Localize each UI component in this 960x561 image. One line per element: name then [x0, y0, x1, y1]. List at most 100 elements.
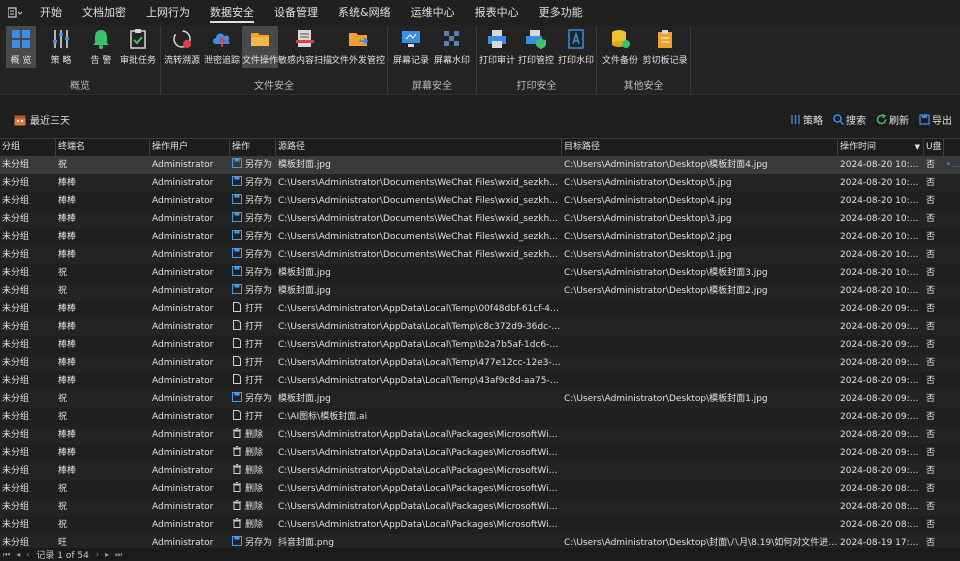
cell-time: 2024-08-20 10:28:30: [840, 250, 924, 260]
ribbon-label: 文件操作: [242, 56, 279, 66]
cell-target-path: [562, 426, 838, 444]
table-row[interactable]: 未分组 棒棒 Administrator 删除 C:\Users\Administrat…: [0, 462, 960, 480]
file-operation-button[interactable]: 文件操作: [242, 26, 278, 68]
cell-source-path: C:\Users\Administrator\Documents\WeChat …: [278, 250, 562, 260]
menu-item[interactable]: 文档加密: [72, 0, 136, 26]
table-row[interactable]: 未分组 棒棒 Administrator 打开 C:\Users\Administrat…: [0, 354, 960, 372]
table-row[interactable]: 未分组 祝 Administrator 打开 C:\AI图标\模板封面.ai 2024-0…: [0, 408, 960, 426]
column-header-user[interactable]: 操作用户: [150, 139, 230, 156]
overview-button[interactable]: 概 览: [6, 26, 36, 68]
menu-item[interactable]: 设备管理: [264, 0, 328, 26]
ribbon-label: 打印水印: [558, 56, 595, 66]
menu-item[interactable]: 上网行为: [136, 0, 200, 26]
next-icon[interactable]: ›: [96, 550, 99, 559]
screen-record-button[interactable]: 屏幕记录: [392, 26, 430, 68]
column-header-source-path[interactable]: 源路径: [276, 139, 562, 156]
menu-item[interactable]: 报表中心: [465, 0, 529, 26]
leak-trace-button[interactable]: 泄密追踪: [203, 26, 241, 68]
print-audit-button[interactable]: 打印审计: [479, 26, 515, 68]
print-control-button[interactable]: 打印管控: [518, 26, 554, 68]
menu-item[interactable]: 系统&网络: [328, 0, 401, 26]
table-row[interactable]: 未分组 棒棒 Administrator 另存为 C:\Users\Administra…: [0, 192, 960, 210]
app-menu-icon[interactable]: [0, 7, 30, 19]
print-watermark-button[interactable]: 打印水印: [558, 26, 594, 68]
table-row[interactable]: 未分组 祝 Administrator 另存为 模板封面.jpg C:\Users\Adm…: [0, 264, 960, 282]
strategy-button[interactable]: 策 略: [46, 26, 76, 68]
refresh-button[interactable]: 刷新: [876, 112, 909, 127]
table-row[interactable]: 未分组 棒棒 Administrator 删除 C:\Users\Administrat…: [0, 444, 960, 462]
last-page-icon[interactable]: ⏭: [115, 550, 122, 560]
first-page-icon[interactable]: ⏮: [3, 550, 10, 560]
cell-operation: 删除: [230, 426, 276, 444]
cell-user: Administrator: [152, 394, 214, 404]
date-range-button[interactable]: 最近三天: [14, 112, 70, 127]
file-backup-button[interactable]: 文件备份: [601, 26, 639, 68]
cell-terminal: 祝: [58, 160, 68, 170]
menu-item[interactable]: 更多功能: [529, 0, 593, 26]
alarm-button[interactable]: 告 警: [86, 26, 116, 68]
search-button[interactable]: 搜索: [833, 112, 866, 127]
ribbon-label: 泄密追踪: [203, 56, 240, 66]
table-row[interactable]: 未分组 祝 Administrator 删除 C:\Users\Administrato…: [0, 516, 960, 534]
table-row[interactable]: 未分组 棒棒 Administrator 另存为 C:\Users\Administra…: [0, 210, 960, 228]
menu-item[interactable]: 数据安全: [200, 0, 264, 26]
trace-button[interactable]: 流转溯源: [164, 26, 200, 68]
ribbon-label: 打印管控: [518, 56, 555, 66]
cell-terminal: 棒棒: [58, 214, 77, 224]
table-row[interactable]: 未分组 祝 Administrator 另存为 模板封面.jpg C:\Users\Adm…: [0, 390, 960, 408]
table-row[interactable]: 未分组 棒棒 Administrator 另存为 C:\Users\Administra…: [0, 174, 960, 192]
table-row[interactable]: 未分组 棒棒 Administrator 打开 C:\Users\Administrat…: [0, 336, 960, 354]
table-row[interactable]: 未分组 棒棒 Administrator 删除 C:\Users\Administrat…: [0, 426, 960, 444]
operation-label: 删除: [245, 448, 264, 458]
menu-item[interactable]: 运维中心: [401, 0, 465, 26]
cell-user: Administrator: [152, 340, 214, 350]
cell-source-path: C:\Users\Administrator\AppData\Local\Tem…: [278, 340, 562, 350]
column-header-usb[interactable]: U盘: [924, 139, 944, 156]
table-row[interactable]: 未分组 棒棒 Administrator 另存为 C:\Users\Administra…: [0, 228, 960, 246]
clipboard-record-button[interactable]: 剪切板记录: [643, 26, 688, 68]
prev-icon[interactable]: ‹: [26, 550, 29, 559]
cell-terminal: 棒棒: [58, 178, 77, 188]
ribbon-group-screen-security: 屏幕记录 屏幕水印 屏幕安全: [388, 26, 477, 94]
table-row[interactable]: 未分组 祝 Administrator 删除 C:\Users\Administrato…: [0, 498, 960, 516]
table-row[interactable]: 未分组 祝 Administrator 另存为 模板封面.jpg C:\Users\Adm…: [0, 282, 960, 300]
file-outbound-control-button[interactable]: 文件外发管控: [331, 26, 386, 68]
record-count: 记录 1 of 54: [36, 551, 89, 561]
strategy-toolbar-button[interactable]: 策略: [790, 112, 823, 127]
strategy-label: 策略: [803, 116, 823, 127]
row-more-icon[interactable]: •••: [944, 156, 960, 174]
approval-task-button[interactable]: 审批任务: [120, 26, 156, 68]
table-row[interactable]: 未分组 棒棒 Administrator 打开 C:\Users\Administrat…: [0, 318, 960, 336]
prev-page-icon[interactable]: ◂: [16, 550, 20, 559]
cell-operation: 另存为: [230, 174, 276, 192]
screen-watermark-button[interactable]: 屏幕水印: [433, 26, 471, 68]
cell-user: Administrator: [152, 268, 214, 278]
export-button[interactable]: 导出: [919, 112, 952, 127]
column-header-group[interactable]: 分组: [0, 139, 56, 156]
table-row[interactable]: 未分组 棒棒 Administrator 另存为 C:\Users\Administra…: [0, 246, 960, 264]
table-row[interactable]: 未分组 棒棒 Administrator 打开 C:\Users\Administrat…: [0, 300, 960, 318]
cell-target-path: [562, 318, 838, 336]
sensitive-scan-button[interactable]: 敏感内容扫描: [278, 26, 332, 68]
column-header-time[interactable]: 操作时间 ▼: [838, 139, 924, 156]
next-page-icon[interactable]: ▸: [105, 550, 109, 559]
ribbon-label: 屏幕记录: [392, 56, 429, 66]
sort-down-icon: ▼: [914, 143, 920, 151]
column-header-terminal[interactable]: 终端名: [56, 139, 150, 156]
column-header-target-path[interactable]: 目标路径: [562, 139, 838, 156]
cell-target-path: C:\Users\Administrator\Desktop\4.jpg: [564, 196, 732, 206]
monitor-record-icon: [402, 31, 420, 47]
cell-operation: 另存为: [230, 264, 276, 282]
cell-source-path: C:\Users\Administrator\AppData\Local\Pac…: [278, 448, 562, 458]
cell-user: Administrator: [152, 286, 214, 296]
menu-item[interactable]: 开始: [30, 0, 72, 26]
table-row[interactable]: 未分组 祝 Administrator 删除 C:\Users\Administrato…: [0, 480, 960, 498]
table-row[interactable]: 未分组 棒棒 Administrator 打开 C:\Users\Administrat…: [0, 372, 960, 390]
column-header-operation[interactable]: 操作: [230, 139, 276, 156]
table-row[interactable]: 未分组 祝 Administrator 另存为 模板封面.jpg C:\Users\Adm…: [0, 156, 960, 174]
ribbon-label: 文件外发管控: [331, 56, 386, 66]
cell-source-path: C:\Users\Administrator\AppData\Local\Pac…: [278, 430, 562, 440]
date-range-label: 最近三天: [30, 116, 70, 127]
ribbon-label: 文件备份: [601, 56, 638, 66]
group-label: 文件安全: [254, 81, 294, 92]
